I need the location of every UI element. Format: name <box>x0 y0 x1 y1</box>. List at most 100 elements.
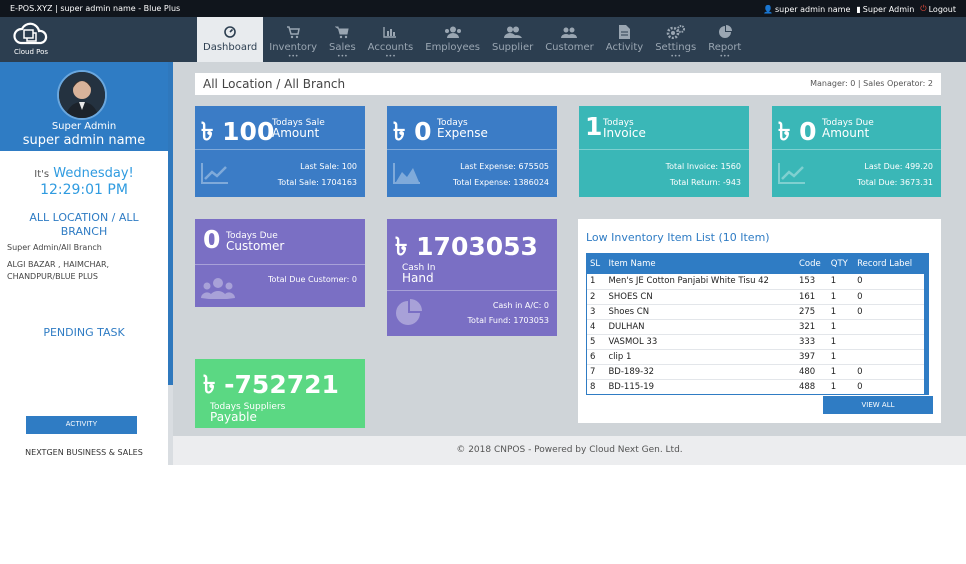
total-sale: Total Sale: 1704163 <box>277 178 357 187</box>
card-divider <box>195 149 365 150</box>
table-row: 7 BD-189-32 480 1 0 <box>587 364 924 380</box>
trend-up-icon <box>778 163 805 184</box>
nav-employees[interactable]: Employees <box>419 17 486 62</box>
nav-dashboard[interactable]: Dashboard <box>197 17 264 62</box>
submenu-dots-icon: ••• <box>670 53 681 60</box>
cell-qty: 1 <box>827 364 855 380</box>
nav-settings-label: Settings <box>655 42 697 53</box>
cell-sl: 8 <box>587 379 606 394</box>
cloud-pos-logo[interactable]: Cloud Pos <box>10 21 52 61</box>
cell-item-name: Men's JE Cotton Panjabi White Tisu 42 <box>605 274 796 290</box>
suppliers-payable-card[interactable]: ৳ -752721 Todays Suppliers Payable <box>195 359 365 428</box>
cell-code: 321 <box>795 319 828 335</box>
total-due-customer: Total Due Customer: 0 <box>268 275 357 284</box>
role-name: Super Admin <box>862 4 915 14</box>
its-label: It's <box>34 169 50 180</box>
logo-text: Cloud Pos <box>13 48 49 56</box>
user-name: super admin name <box>775 4 851 14</box>
location-address: ALGI BAZAR , HAIMCHAR, CHANDPUR/BLUE PLU… <box>7 260 110 281</box>
todays-invoice-card[interactable]: 1 Todays Invoice Total Invoice: 1560 Tot… <box>579 106 749 197</box>
cell-sl: 4 <box>587 319 606 335</box>
cell-sl: 3 <box>587 304 606 320</box>
cell-record-label <box>854 319 924 335</box>
cell-item-name: VASMOL 33 <box>605 334 796 350</box>
footer: © 2018 CNPOS - Powered by Cloud Next Gen… <box>173 436 966 465</box>
cell-code: 397 <box>795 349 828 365</box>
nav-supplier[interactable]: Supplier <box>486 17 539 62</box>
nav-customer[interactable]: Customer <box>539 17 600 62</box>
cell-qty: 1 <box>827 379 855 394</box>
cell-sl: 5 <box>587 334 606 350</box>
card-divider <box>579 149 749 150</box>
submenu-dots-icon: ••• <box>719 53 731 60</box>
expense-label-bottom: Expense <box>437 126 488 140</box>
cart-icon <box>335 24 349 40</box>
last-sale: Last Sale: 100 <box>300 162 357 171</box>
role-link[interactable]: ▮ Super Admin <box>856 4 914 14</box>
todays-due-customer-card[interactable]: 0 Todays Due Customer Total Due Customer… <box>195 219 365 307</box>
todays-sale-card[interactable]: ৳ 100 Todays Sale Amount Last Sale: 100 … <box>195 106 365 197</box>
cash-in-hand-card[interactable]: ৳ 1703053 Cash In Hand Cash in A/C: 0 To… <box>387 219 557 336</box>
user-link[interactable]: 👤 super admin name <box>763 4 850 14</box>
cell-item-name: Shoes CN <box>605 304 796 320</box>
dashboard-icon <box>224 24 236 40</box>
top-bar-user-menu: 👤 super admin name ▮ Super Admin ⏻ Logout <box>763 4 956 14</box>
cell-item-name: DULHAN <box>605 319 796 335</box>
todays-expense-card[interactable]: ৳ 0 Todays Expense Last Expense: 675505 … <box>387 106 557 197</box>
nav-accounts[interactable]: Accounts ••• <box>362 17 420 62</box>
cell-record-label: 0 <box>854 289 924 305</box>
table-row: 5 VASMOL 33 333 1 <box>587 334 924 350</box>
table-row: 1 Men's JE Cotton Panjabi White Tisu 42 15… <box>587 274 924 290</box>
todays-due-card[interactable]: ৳ 0 Todays Due Amount Last Due: 499.20 T… <box>772 106 941 197</box>
nav-report[interactable]: Report ••• <box>702 17 747 62</box>
column-header: Item Name <box>605 254 796 274</box>
last-due: Last Due: 499.20 <box>864 162 933 171</box>
cell-qty: 1 <box>827 304 855 320</box>
bar-chart-icon <box>383 24 397 40</box>
cell-qty: 1 <box>827 319 855 335</box>
nav-activity[interactable]: Activity <box>600 17 649 62</box>
file-icon <box>618 24 630 40</box>
area-chart-icon <box>393 163 420 184</box>
cell-item-name: SHOES CN <box>605 289 796 305</box>
nav-customer-label: Customer <box>545 42 594 53</box>
cell-item-name: BD-189-32 <box>605 364 796 380</box>
column-header: SL <box>587 254 606 274</box>
cell-code: 480 <box>795 364 828 380</box>
table-row: 8 BD-115-19 488 1 0 <box>587 379 924 394</box>
brand-text: E-POS.XYZ | super admin name - Blue Plus <box>10 4 181 13</box>
cell-code: 153 <box>795 274 828 290</box>
nav-inventory-label: Inventory <box>269 42 318 53</box>
pie-chart-icon <box>718 24 732 40</box>
gears-icon <box>666 24 686 40</box>
nav-settings[interactable]: Settings ••• <box>649 17 702 62</box>
nav-sales[interactable]: Sales ••• <box>323 17 362 62</box>
table-row: 6 clip 1 397 1 <box>587 349 924 365</box>
cash-label-bottom: Hand <box>402 271 434 285</box>
users-icon <box>201 278 235 299</box>
location-subtitle: Super Admin/All Branch <box>7 243 102 252</box>
column-header: Code <box>795 254 828 274</box>
due-label-bottom: Amount <box>822 126 870 140</box>
cell-qty: 1 <box>827 334 855 350</box>
profile-username: super admin name <box>22 133 146 148</box>
card-divider <box>772 149 941 150</box>
column-header: Record Label <box>854 254 924 274</box>
location-title: ALL LOCATION / ALL BRANCH <box>29 211 139 238</box>
nav-inventory[interactable]: Inventory ••• <box>263 17 323 62</box>
nav-dashboard-label: Dashboard <box>203 42 258 53</box>
cell-record-label: 0 <box>854 274 924 290</box>
card-divider <box>387 149 557 150</box>
low-inventory-panel: Low Inventory Item List (10 Item) SL Ite… <box>578 219 941 423</box>
low-inventory-table[interactable]: SL Item Name Code QTY Record Label 1 Men'… <box>586 253 929 395</box>
logout-link[interactable]: ⏻ Logout <box>920 4 956 14</box>
table-row: 4 DULHAN 321 1 <box>587 319 924 335</box>
cell-sl: 1 <box>587 274 606 290</box>
activity-button[interactable]: ACTIVITY <box>26 416 137 434</box>
view-all-button[interactable]: VIEW ALL <box>823 396 933 414</box>
submenu-dots-icon: ••• <box>385 53 396 60</box>
submenu-dots-icon: ••• <box>337 53 348 60</box>
total-invoice: Total Invoice: 1560 <box>665 162 741 171</box>
cell-sl: 7 <box>587 364 606 380</box>
company-name: NEXTGEN BUSINESS & SALES <box>25 448 143 457</box>
